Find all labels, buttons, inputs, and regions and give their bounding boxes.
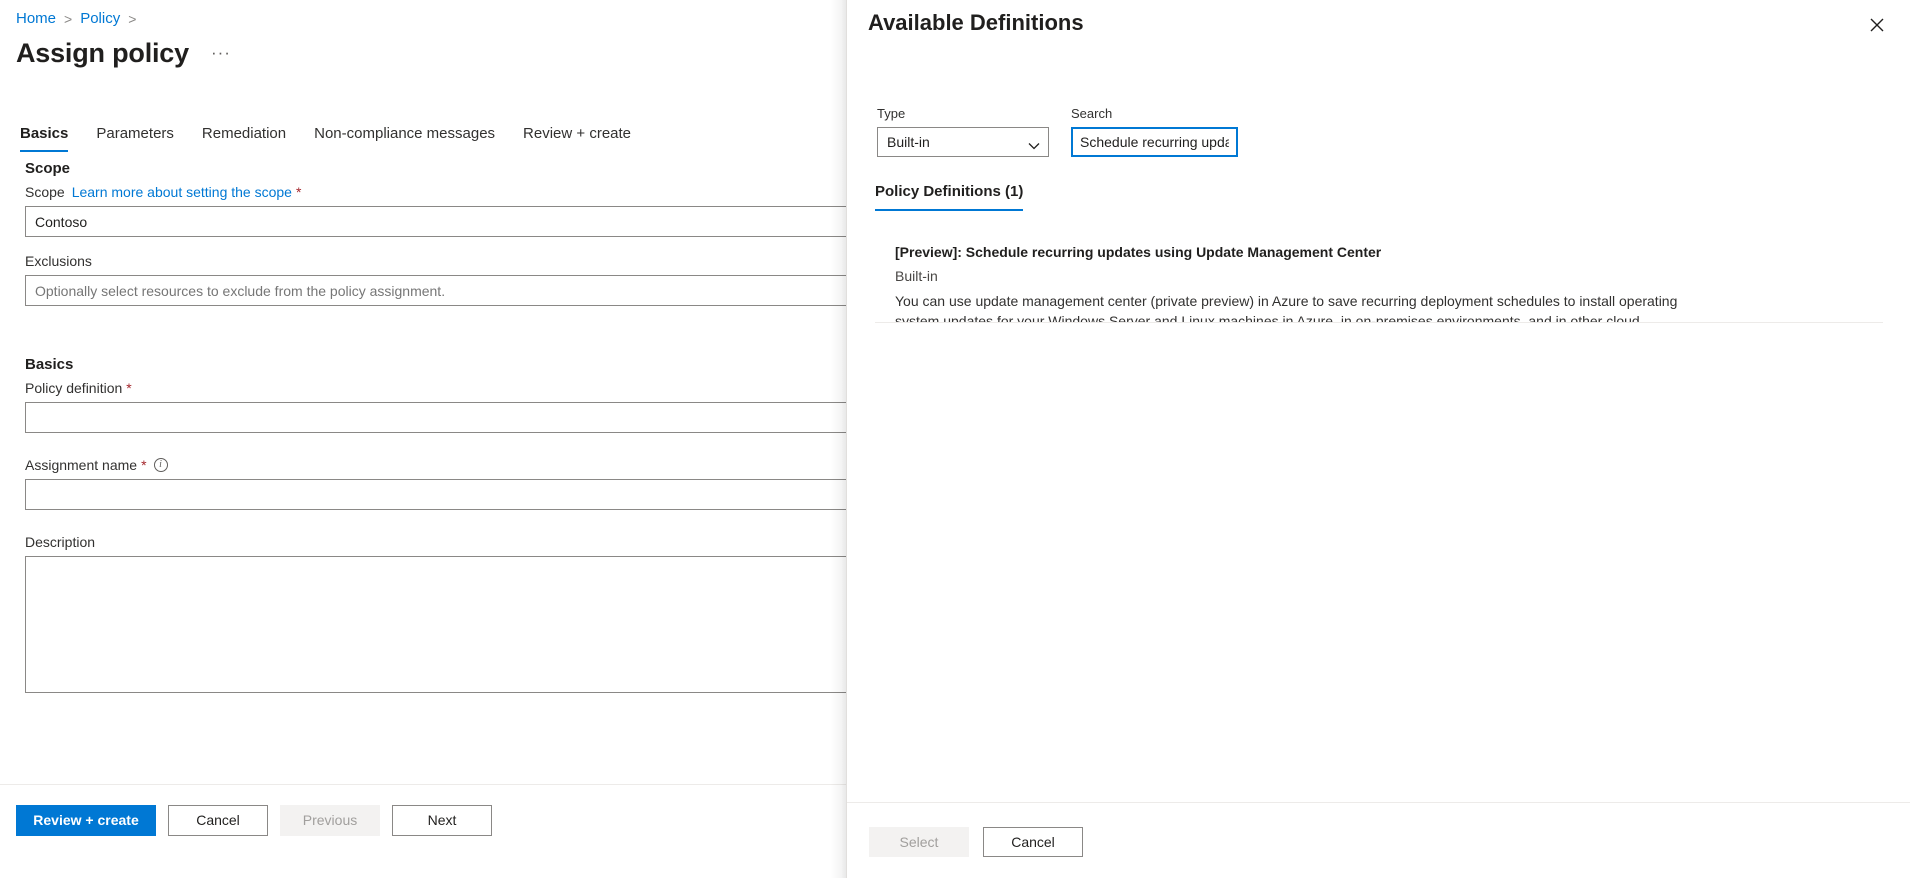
search-filter-label: Search — [1071, 106, 1113, 121]
policy-definition-type: Built-in — [895, 268, 938, 284]
type-select[interactable]: Built-in — [877, 127, 1049, 157]
exclusions-field-label: Exclusions — [25, 251, 846, 271]
tab-basics[interactable]: Basics — [16, 120, 82, 154]
search-input[interactable] — [1071, 127, 1238, 157]
breadcrumb: Home > Policy > — [16, 10, 138, 28]
search-filter: Search — [1071, 105, 1238, 157]
policy-definition-description: You can use update management center (pr… — [895, 293, 1678, 323]
tab-policy-definitions[interactable]: Policy Definitions (1) — [875, 182, 1024, 213]
description-label-text: Description — [25, 534, 96, 550]
description-field-label: Description — [25, 532, 846, 552]
type-select-wrapper: Built-in — [877, 127, 1049, 157]
breadcrumb-separator-icon: > — [128, 11, 137, 27]
basics-form: Scope Scope Learn more about setting the… — [0, 158, 846, 693]
panel-tabs: Policy Definitions (1) — [875, 182, 1024, 213]
panel-footer-buttons: Select Cancel — [869, 827, 1083, 857]
breadcrumb-separator-icon: > — [64, 11, 73, 27]
scope-label-text: Scope — [25, 184, 65, 200]
type-filter: Type Built-in — [877, 105, 1049, 157]
breadcrumb-item-home[interactable]: Home — [16, 10, 56, 28]
policy-definition-field-label: Policy definition * — [25, 378, 846, 398]
info-icon[interactable]: i — [153, 458, 168, 472]
tab-parameters[interactable]: Parameters — [82, 120, 188, 154]
policy-definition-required-indicator: * — [126, 380, 132, 396]
page-title-row: Assign policy ··· — [16, 36, 235, 70]
breadcrumb-item-policy[interactable]: Policy — [80, 10, 120, 28]
assign-policy-blade: Home > Policy > Assign policy ··· Basics… — [0, 0, 846, 878]
description-textarea[interactable] — [25, 556, 846, 693]
list-item[interactable]: [Preview]: Schedule recurring updates us… — [875, 228, 1883, 323]
type-filter-label: Type — [877, 106, 906, 121]
next-button[interactable]: Next — [392, 805, 492, 836]
policy-definition-input[interactable] — [25, 402, 846, 433]
tab-non-compliance-messages[interactable]: Non-compliance messages — [300, 120, 509, 154]
scope-field-label: Scope Learn more about setting the scope… — [25, 182, 846, 202]
blade-footer-buttons: Review + create Cancel Previous Next — [16, 805, 492, 836]
panel-footer: Select Cancel — [847, 802, 1910, 878]
panel-filters: Type Built-in Search — [877, 105, 1238, 157]
tab-remediation[interactable]: Remediation — [188, 120, 300, 154]
scope-required-indicator: * — [295, 184, 302, 200]
review-create-button[interactable]: Review + create — [16, 805, 156, 836]
app-root: Home > Policy > Assign policy ··· Basics… — [0, 0, 1910, 878]
scope-section-heading: Scope — [25, 160, 71, 177]
basics-section-heading: Basics — [25, 356, 74, 373]
page-title: Assign policy — [16, 38, 189, 68]
exclusions-input[interactable] — [25, 275, 846, 306]
policy-definition-title: [Preview]: Schedule recurring updates us… — [895, 244, 1382, 260]
cancel-button[interactable]: Cancel — [168, 805, 268, 836]
assignment-name-field-label: Assignment name * i — [25, 455, 846, 475]
select-button[interactable]: Select — [869, 827, 969, 857]
assignment-name-required-indicator: * — [141, 457, 147, 473]
blade-tabs: Basics Parameters Remediation Non-compli… — [16, 120, 645, 154]
previous-button[interactable]: Previous — [280, 805, 380, 836]
policy-definition-label-text: Policy definition — [25, 380, 123, 396]
available-definitions-panel: Available Definitions Type Built-in Sear… — [846, 0, 1910, 878]
close-icon[interactable] — [1862, 10, 1892, 40]
tab-review-create[interactable]: Review + create — [509, 120, 645, 154]
blade-footer: Review + create Cancel Previous Next — [0, 784, 846, 878]
exclusions-label-text: Exclusions — [25, 253, 92, 269]
assignment-name-label-text: Assignment name — [25, 457, 138, 473]
panel-cancel-button[interactable]: Cancel — [983, 827, 1083, 857]
policy-definitions-list[interactable]: [Preview]: Schedule recurring updates us… — [875, 228, 1883, 323]
panel-title: Available Definitions — [868, 10, 1084, 35]
more-options-icon[interactable]: ··· — [207, 44, 235, 61]
scope-input[interactable] — [25, 206, 846, 237]
assignment-name-input[interactable] — [25, 479, 846, 510]
scope-learn-more-link[interactable]: Learn more about setting the scope — [72, 182, 292, 202]
